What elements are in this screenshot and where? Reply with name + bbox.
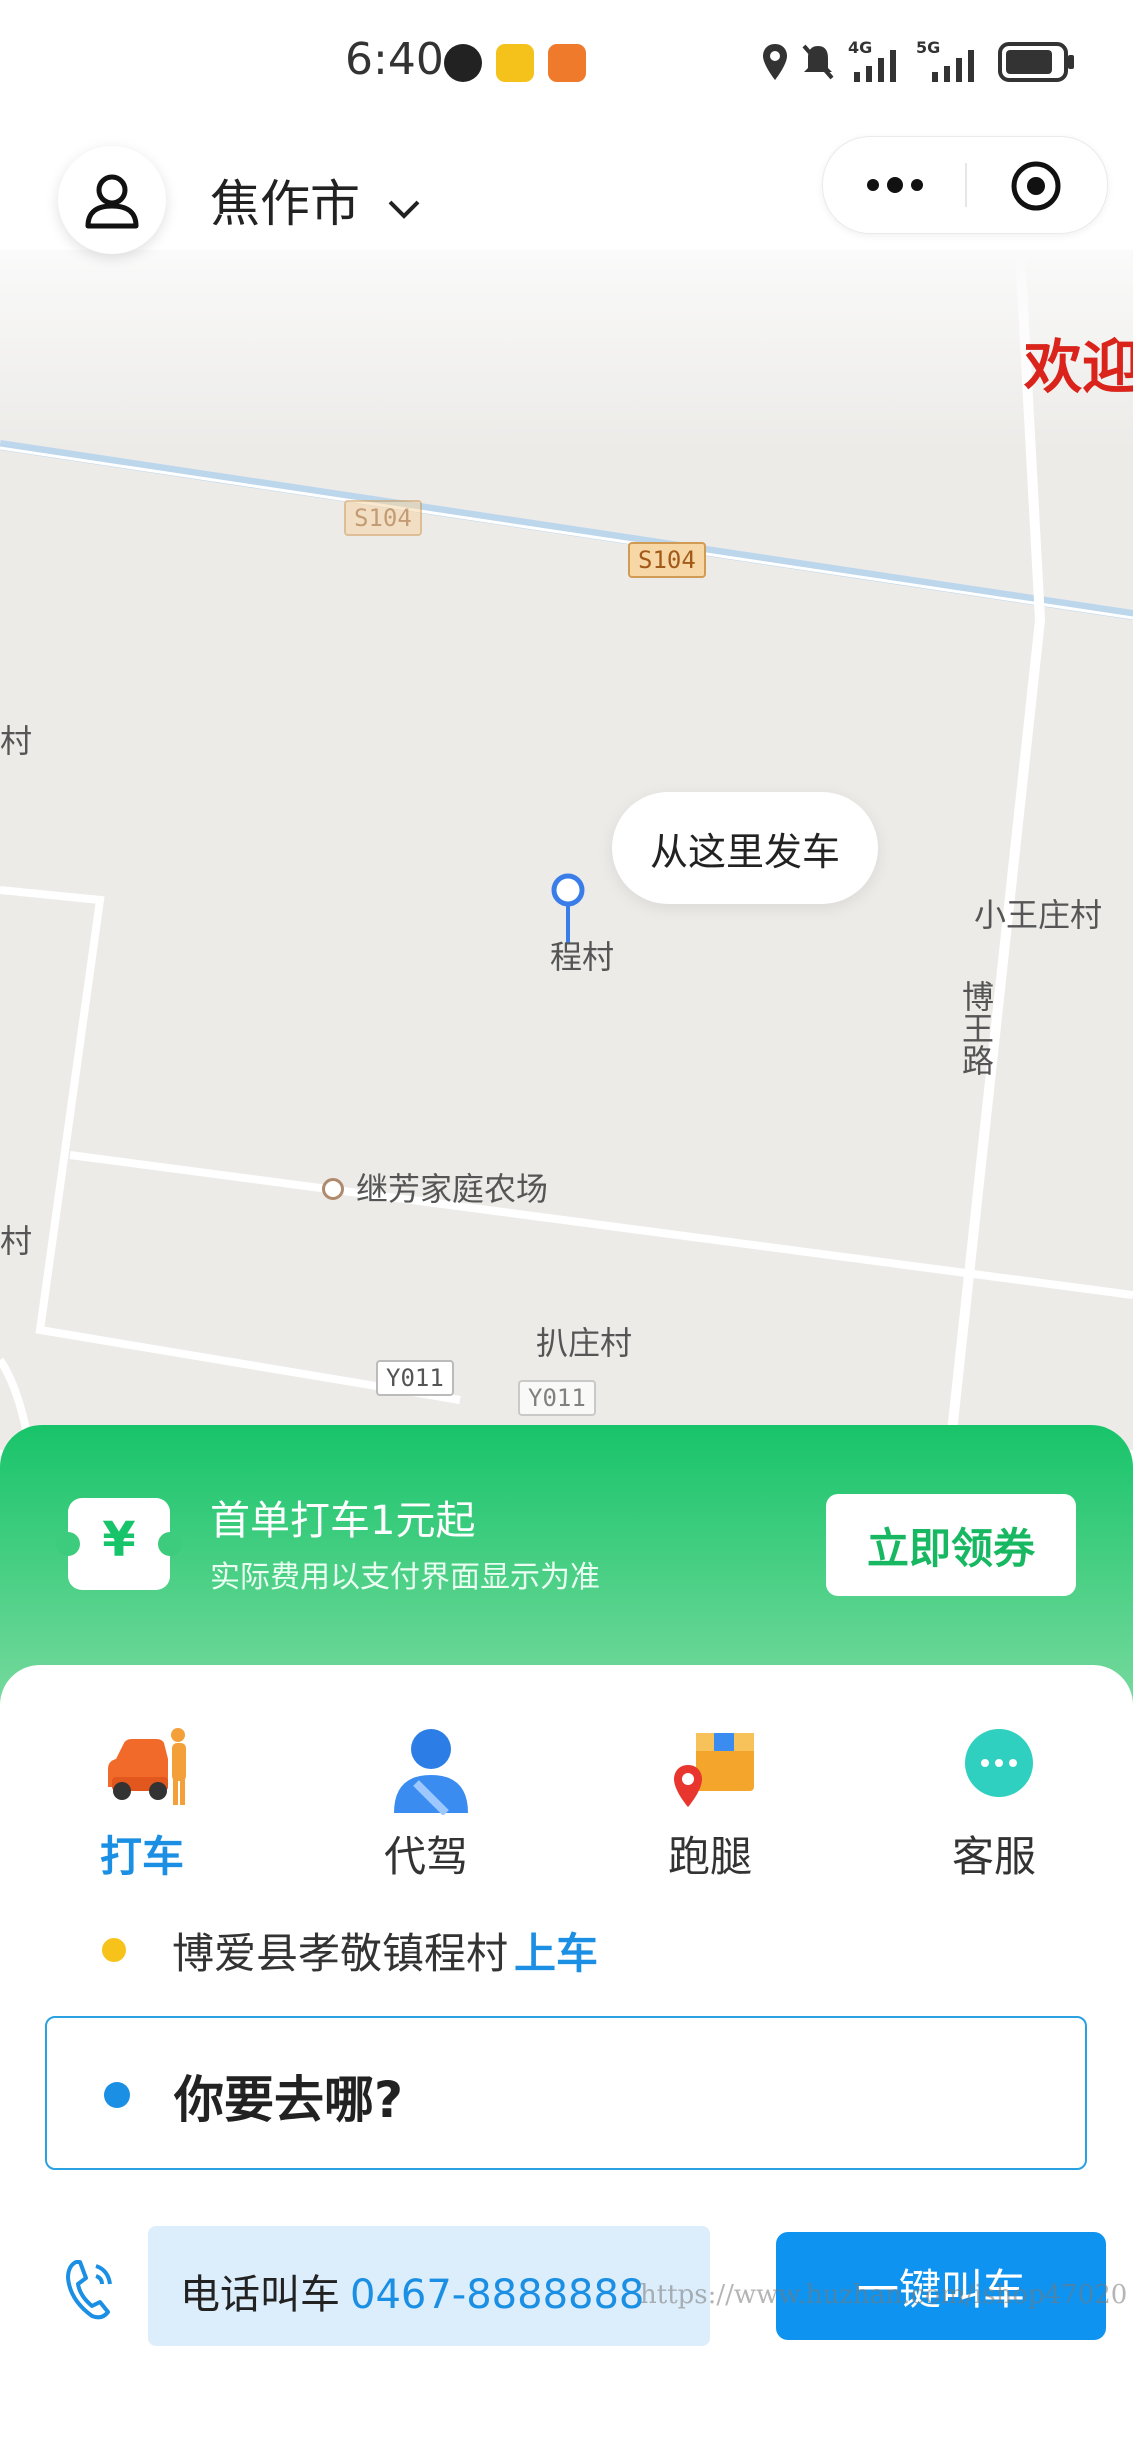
road-shield-y011-faded: Y011 bbox=[518, 1380, 596, 1416]
service-support-label: 客服 bbox=[951, 1832, 1036, 1881]
destination-dot bbox=[104, 2082, 130, 2108]
city-selector[interactable]: 焦作市 bbox=[210, 164, 422, 236]
map-label-bowang-road: 博王路 bbox=[957, 980, 995, 1076]
farm-poi-icon bbox=[322, 1178, 344, 1200]
welcome-banner: 欢迎 bbox=[1024, 333, 1133, 401]
service-taxi-label: 打车 bbox=[99, 1832, 184, 1881]
service-delivery-label: 跑腿 bbox=[667, 1832, 752, 1881]
promo-subtitle: 实际费用以支付界面显示为准 bbox=[210, 1560, 600, 1595]
destination-placeholder: 你要去哪? bbox=[174, 2071, 404, 2129]
battery-icon bbox=[998, 42, 1074, 82]
car-app-icon bbox=[496, 44, 534, 82]
delivery-icon bbox=[674, 1733, 754, 1807]
user-icon bbox=[85, 174, 139, 229]
map-label-edge-village-2: 村 bbox=[0, 1222, 33, 1260]
map-label-farm: 继芳家庭农场 bbox=[356, 1170, 549, 1208]
status-bar: 6:40 4G 5G bbox=[0, 0, 1133, 120]
phone-icon bbox=[66, 2260, 112, 2320]
claim-coupon-button[interactable]: 立即领券 bbox=[826, 1494, 1076, 1596]
pickup-location[interactable]: 博爱县孝敬镇程村 上车 bbox=[172, 1920, 598, 1981]
close-target-icon[interactable] bbox=[1009, 159, 1063, 213]
road-shield-y011: Y011 bbox=[376, 1360, 454, 1396]
map-label-xiaowangzhuang: 小王庄村 bbox=[974, 896, 1103, 934]
capsule-divider bbox=[965, 163, 967, 207]
pin-label: 程村 bbox=[550, 938, 615, 976]
service-support[interactable]: 客服 bbox=[914, 1725, 1074, 1885]
watermark: https://www.huzhan.com/ishop47020 bbox=[640, 2280, 1128, 2310]
coupon-symbol: ¥ bbox=[102, 1512, 136, 1568]
pickup-dot bbox=[102, 1938, 126, 1962]
city-name: 焦作市 bbox=[210, 175, 360, 233]
phone-number[interactable]: 0467-8888888 bbox=[350, 2272, 644, 2318]
pickup-bubble[interactable]: 从这里发车 bbox=[612, 792, 878, 904]
location-icon bbox=[763, 44, 787, 80]
map-label-pazhuang: 扒庄村 bbox=[536, 1324, 633, 1362]
map-top-fade bbox=[0, 250, 1133, 450]
home-app-icon bbox=[548, 44, 586, 82]
miniapp-capsule bbox=[822, 136, 1108, 234]
coupon-icon: ¥ bbox=[56, 1498, 182, 1590]
road-shield-s104: S104 bbox=[628, 542, 706, 578]
pickup-action: 上车 bbox=[514, 1929, 599, 1978]
support-icon bbox=[965, 1729, 1033, 1797]
service-delivery[interactable]: 跑腿 bbox=[630, 1725, 790, 1885]
status-time: 6:40 bbox=[345, 34, 444, 85]
service-chauffeur[interactable]: 代驾 bbox=[346, 1725, 506, 1885]
signal-4g-icon bbox=[854, 50, 896, 82]
road-shield-s104-faded: S104 bbox=[344, 500, 422, 536]
phone-call-label: 电话叫车 0467-8888888 bbox=[180, 2262, 644, 2320]
promo-title: 首单打车1元起 bbox=[210, 1498, 476, 1544]
profile-button[interactable] bbox=[58, 146, 166, 254]
service-chauffeur-label: 代驾 bbox=[383, 1832, 468, 1881]
qq-app-icon bbox=[444, 44, 482, 82]
pickup-address: 博爱县孝敬镇程村 bbox=[172, 1929, 509, 1978]
phone-call-text: 电话叫车 bbox=[180, 2272, 340, 2318]
more-icon[interactable] bbox=[863, 173, 927, 197]
taxi-icon bbox=[108, 1728, 186, 1805]
signal-5g-icon bbox=[932, 50, 974, 82]
map-label-edge-village-1: 村 bbox=[0, 722, 33, 760]
mute-bell-icon bbox=[802, 44, 834, 80]
chevron-down-icon bbox=[388, 200, 420, 219]
chauffeur-icon bbox=[394, 1729, 468, 1815]
service-taxi[interactable]: 打车 bbox=[62, 1725, 222, 1885]
